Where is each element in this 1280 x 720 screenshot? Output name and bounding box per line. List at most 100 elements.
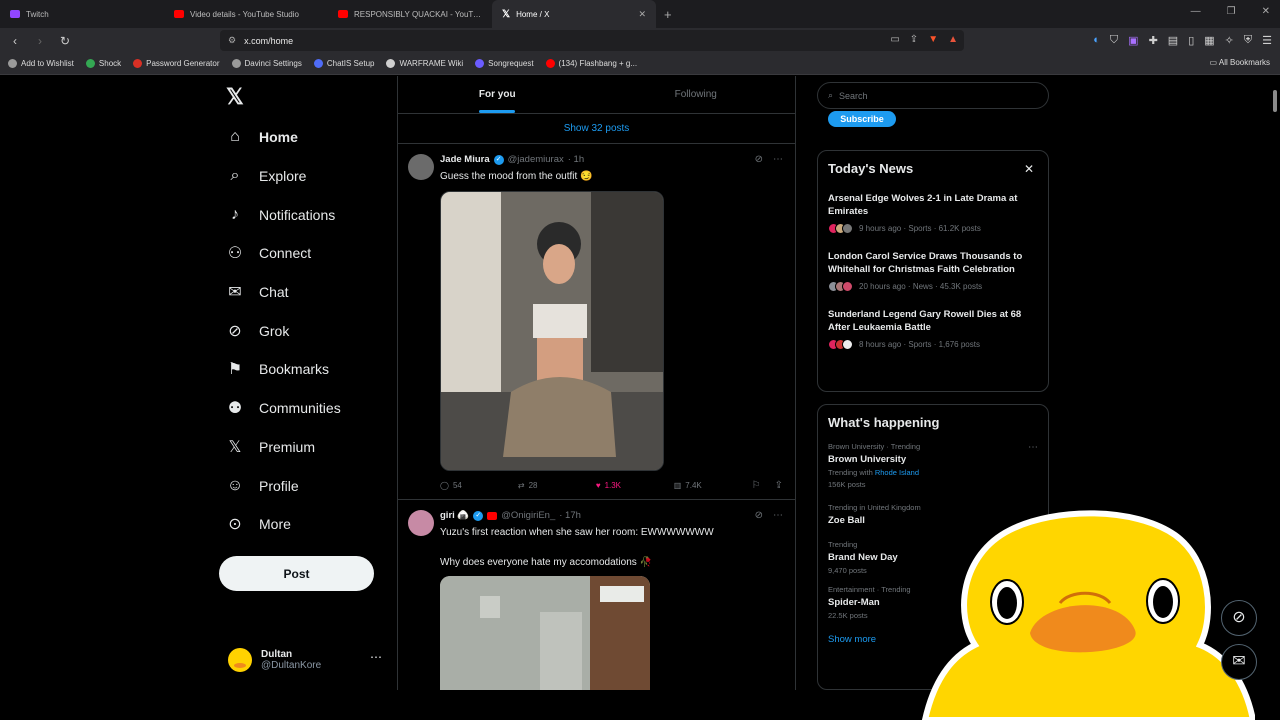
bookmark-item[interactable]: ChatIS Setup: [313, 59, 374, 68]
tab-youtube-video[interactable]: RESPONSIBLY QUACKAI - YouTube: [328, 0, 492, 28]
more-icon[interactable]: ⋯: [773, 154, 783, 165]
reload-icon[interactable]: ↻: [55, 34, 75, 48]
avatar[interactable]: [408, 154, 434, 180]
views-button[interactable]: ▥ 7.4K: [674, 480, 752, 491]
grok-float-button[interactable]: ⊘: [1221, 600, 1257, 636]
tab-title: RESPONSIBLY QUACKAI - YouTube: [354, 9, 482, 19]
tweet-image[interactable]: [440, 576, 650, 690]
tab-twitch[interactable]: Twitch: [0, 0, 164, 28]
menu-icon[interactable]: ☰: [1262, 34, 1272, 47]
bookmark-item[interactable]: Songrequest: [475, 59, 534, 68]
scrollbar-thumb[interactable]: [1273, 90, 1277, 112]
analytics-icon: ▥: [673, 481, 682, 490]
cast-icon[interactable]: ▭: [890, 34, 899, 45]
search-input[interactable]: ⌕ Search: [817, 82, 1049, 109]
more-icon[interactable]: ⋯: [370, 650, 382, 664]
minimize-icon[interactable]: —: [1191, 6, 1201, 17]
tweet[interactable]: Jade Miura ✓ @jademiurax · 1h ⊘ ⋯ Guess …: [398, 144, 795, 500]
communities-icon: ⚉: [227, 400, 243, 418]
close-window-icon[interactable]: ✕: [1262, 6, 1270, 17]
account-name: Dultan: [261, 649, 293, 660]
bookmark-item[interactable]: Password Generator: [133, 59, 220, 68]
tweet-author-name[interactable]: Jade Miura: [440, 154, 490, 165]
more-icon[interactable]: ⋯: [773, 510, 783, 521]
back-icon[interactable]: ‹: [5, 34, 25, 48]
news-item[interactable]: London Carol Service Draws Thousands to …: [828, 250, 1038, 292]
sidebar-icon[interactable]: ▯: [1188, 34, 1194, 47]
trend-item[interactable]: Brown University · Trending Brown Univer…: [828, 442, 1038, 489]
nav-item-bookmarks[interactable]: ⚑ Bookmarks: [225, 350, 341, 389]
heart-icon: ♥: [595, 481, 601, 490]
nav-item-premium[interactable]: 𝕏 Premium: [225, 428, 341, 467]
url-actions: ▭ ⇪ ▼ ▲: [890, 34, 958, 45]
tweet-time[interactable]: · 1h: [568, 154, 584, 165]
tab-following[interactable]: Following: [597, 76, 796, 113]
tab-for-you[interactable]: For you: [398, 76, 597, 113]
tweet-author-handle[interactable]: @jademiurax: [508, 154, 564, 165]
wallet-icon[interactable]: ▦: [1204, 34, 1214, 47]
nav-item-home[interactable]: ⌂ Home: [225, 118, 341, 157]
grok-icon: ⊘: [228, 322, 242, 340]
new-tab-icon[interactable]: +: [656, 7, 672, 22]
nav-item-explore[interactable]: ⌕ Explore: [225, 157, 341, 196]
grok-icon[interactable]: ⊘: [755, 154, 763, 165]
nav-item-notifications[interactable]: ♪ Notifications: [225, 195, 341, 234]
show-new-posts-link[interactable]: Show 32 posts: [398, 114, 795, 144]
tweet-author-handle[interactable]: @OnigiriEn_: [501, 510, 555, 521]
audio-icon[interactable]: ◐: [1093, 34, 1100, 47]
all-bookmarks-button[interactable]: ▭ All Bookmarks: [1210, 58, 1270, 67]
media-icon[interactable]: ▤: [1168, 34, 1178, 47]
address-bar[interactable]: ⚙ x.com/home ▭ ⇪ ▼ ▲: [220, 30, 964, 51]
vpn-icon[interactable]: ⛨: [1244, 34, 1252, 47]
repost-button[interactable]: ⇄ 28: [518, 480, 596, 491]
maximize-icon[interactable]: ❐: [1227, 6, 1236, 17]
x-favicon-icon: 𝕏: [502, 8, 511, 20]
post-button[interactable]: Post: [219, 556, 374, 591]
share-icon[interactable]: ⇪: [775, 480, 783, 491]
avatar[interactable]: [408, 510, 434, 536]
nav-item-connect[interactable]: ⚇ Connect: [225, 234, 341, 273]
rewards-icon[interactable]: ▲: [948, 34, 958, 45]
news-item[interactable]: Arsenal Edge Wolves 2-1 in Late Drama at…: [828, 192, 1038, 234]
tweet-time[interactable]: · 17h: [559, 510, 581, 521]
nav-item-communities[interactable]: ⚉ Communities: [225, 389, 341, 428]
bookmark-icon[interactable]: ⚐: [752, 480, 761, 491]
forward-icon[interactable]: ›: [30, 34, 50, 48]
bookmark-item[interactable]: (134) Flashbang + g...: [545, 59, 637, 68]
bookmark-item[interactable]: Add to Wishlist: [8, 59, 74, 68]
page-scrollbar[interactable]: [1270, 76, 1278, 690]
tweet[interactable]: giri 🍙 ✓ @OnigiriEn_ · 17h ⊘ ⋯ Yuzu's fi…: [398, 500, 795, 690]
site-settings-icon[interactable]: ⚙: [228, 35, 236, 46]
shield-icon[interactable]: ⛉: [1110, 34, 1118, 47]
like-button[interactable]: ♥ 1.3K: [596, 480, 674, 491]
account-switcher[interactable]: Dultan @DultanKore ⋯: [228, 644, 388, 676]
leo-icon[interactable]: ✧: [1225, 34, 1234, 47]
x-logo-icon[interactable]: 𝕏: [226, 84, 244, 110]
close-icon[interactable]: ✕: [1024, 162, 1034, 176]
tab-youtube-studio[interactable]: Video details - YouTube Studio: [164, 0, 328, 28]
profile-icon: ☺: [226, 476, 244, 494]
nav-item-grok[interactable]: ⊘ Grok: [225, 311, 341, 350]
tweet-image[interactable]: [440, 191, 664, 471]
extension-twitch-icon[interactable]: ▣: [1128, 34, 1138, 47]
nav-item-more[interactable]: ⊙ More: [225, 505, 341, 544]
bookmark-item[interactable]: WARFRAME Wiki: [386, 59, 463, 68]
share-icon[interactable]: ⇪: [910, 34, 918, 45]
duck-illustration: [921, 510, 1255, 720]
bookmark-item[interactable]: Davinci Settings: [231, 59, 302, 68]
brave-shields-icon[interactable]: ▼: [928, 34, 938, 45]
more-icon[interactable]: ⋯: [1028, 442, 1038, 453]
bookmark-item[interactable]: Shock: [85, 59, 121, 68]
grok-icon[interactable]: ⊘: [755, 510, 763, 521]
reply-button[interactable]: ◯ 54: [440, 480, 518, 491]
subscribe-button[interactable]: Subscribe: [828, 111, 896, 127]
messages-float-button[interactable]: ✉: [1221, 644, 1257, 680]
close-tab-icon[interactable]: ✕: [638, 9, 646, 20]
tweet-author-name[interactable]: giri 🍙: [440, 510, 469, 521]
nav-item-profile[interactable]: ☺ Profile: [225, 466, 341, 505]
tab-x-home[interactable]: 𝕏 Home / X ✕: [492, 0, 656, 28]
puzzle-icon[interactable]: ✚: [1149, 34, 1158, 47]
nav-item-chat[interactable]: ✉ Chat: [225, 273, 341, 312]
bookmark-favicon-icon: [545, 59, 555, 68]
news-item[interactable]: Sunderland Legend Gary Rowell Dies at 68…: [828, 308, 1038, 350]
